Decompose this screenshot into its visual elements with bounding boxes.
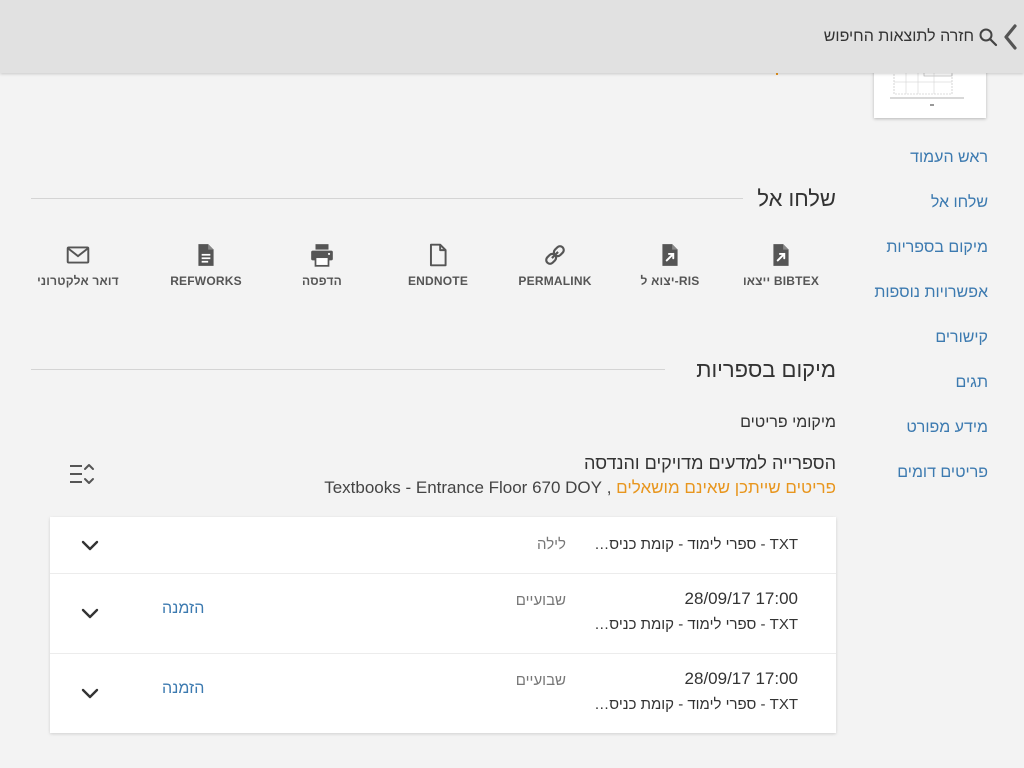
nav-item-send-to[interactable]: שלחו אל	[860, 193, 988, 238]
loan-policy: שבועיים	[515, 672, 566, 689]
item-location: TXT - ספרי לימוד - קומת כניס…	[594, 696, 798, 713]
request-link[interactable]: הזמנה	[162, 600, 204, 618]
loan-policy: לילה	[537, 536, 566, 553]
send-to-heading: שלחו אל	[757, 186, 836, 211]
export-bibtex-button[interactable]: ייצאו BIBTEX	[726, 242, 836, 288]
item-locations-label: מיקומי פריטים	[740, 414, 836, 431]
section-nav: ראש העמוד שלחו אל מיקום בספריות אפשרויות…	[860, 148, 988, 508]
library-location-heading: מיקום בספריות	[696, 357, 836, 382]
loan-policy: שבועיים	[515, 592, 566, 609]
chevron-down-icon[interactable]	[78, 681, 102, 705]
item-row[interactable]: 28/09/17 17:00 TXT - ספרי לימוד - קומת כ…	[50, 654, 836, 733]
refworks-button[interactable]: REFWORKS	[151, 242, 261, 288]
back-to-results-label: חזרה לתוצאות החיפוש	[823, 28, 974, 45]
due-date: 28/09/17 17:00	[684, 669, 798, 688]
item-location: TXT - ספרי לימוד - קומת כניס…	[594, 536, 798, 553]
export-icon	[773, 244, 789, 266]
top-bar: חזרה לתוצאות החיפוש	[0, 0, 1024, 73]
item-row[interactable]: TXT - ספרי לימוד - קומת כניס… לילה	[50, 517, 836, 574]
nav-item-details[interactable]: מידע מפורט	[860, 418, 988, 463]
search-icon	[979, 28, 998, 47]
separator: ,	[602, 478, 617, 497]
nav-item-library-location[interactable]: מיקום בספריות	[860, 238, 988, 283]
send-to-divider	[31, 198, 743, 199]
print-button[interactable]: הדפסה	[267, 242, 377, 288]
nav-item-links[interactable]: קישורים	[860, 328, 988, 373]
availability-line: פריטים שייתכן שאינם מושאלים , Textbooks …	[324, 478, 836, 498]
export-icon	[662, 244, 678, 266]
filter-list-icon[interactable]	[68, 461, 96, 487]
availability-status: פריטים שייתכן שאינם מושאלים	[616, 478, 836, 497]
send-to-actions: ייצאו BIBTEX יצוא ל-RIS PERMALINK ENDNOT…	[20, 242, 838, 292]
item-row[interactable]: 28/09/17 17:00 TXT - ספרי לימוד - קומת כ…	[50, 574, 836, 654]
print-icon	[311, 244, 333, 267]
item-location: TXT - ספרי לימוד - קומת כניס…	[594, 616, 798, 633]
link-icon	[545, 245, 565, 265]
chevron-down-icon[interactable]	[78, 533, 102, 557]
items-list: TXT - ספרי לימוד - קומת כניס… לילה 28/09…	[50, 517, 836, 733]
permalink-button[interactable]: PERMALINK	[500, 242, 610, 288]
document-icon	[198, 244, 214, 266]
nav-item-top[interactable]: ראש העמוד	[860, 148, 988, 193]
endnote-button[interactable]: ENDNOTE	[383, 242, 493, 288]
nav-item-similar-items[interactable]: פריטים דומים	[860, 463, 988, 508]
due-date: 28/09/17 17:00	[684, 589, 798, 608]
chevron-down-icon[interactable]	[78, 601, 102, 625]
request-link[interactable]: הזמנה	[162, 680, 204, 698]
chevron-left-icon	[1004, 24, 1017, 50]
nav-item-more-options[interactable]: אפשרויות נוספות	[860, 283, 988, 328]
library-name: הספרייה למדעים מדויקים והנדסה	[584, 453, 836, 473]
library-location-divider	[31, 369, 665, 370]
nav-item-tags[interactable]: תגים	[860, 373, 988, 418]
back-to-results-button[interactable]: חזרה לתוצאות החיפוש	[824, 22, 1018, 52]
shelf-location: Textbooks - Entrance Floor 670 DOY	[324, 478, 602, 497]
email-icon	[66, 246, 90, 264]
export-ris-button[interactable]: יצוא ל-RIS	[615, 242, 725, 288]
email-button[interactable]: דואר אלקטרוני	[23, 242, 133, 288]
file-icon	[429, 243, 447, 267]
